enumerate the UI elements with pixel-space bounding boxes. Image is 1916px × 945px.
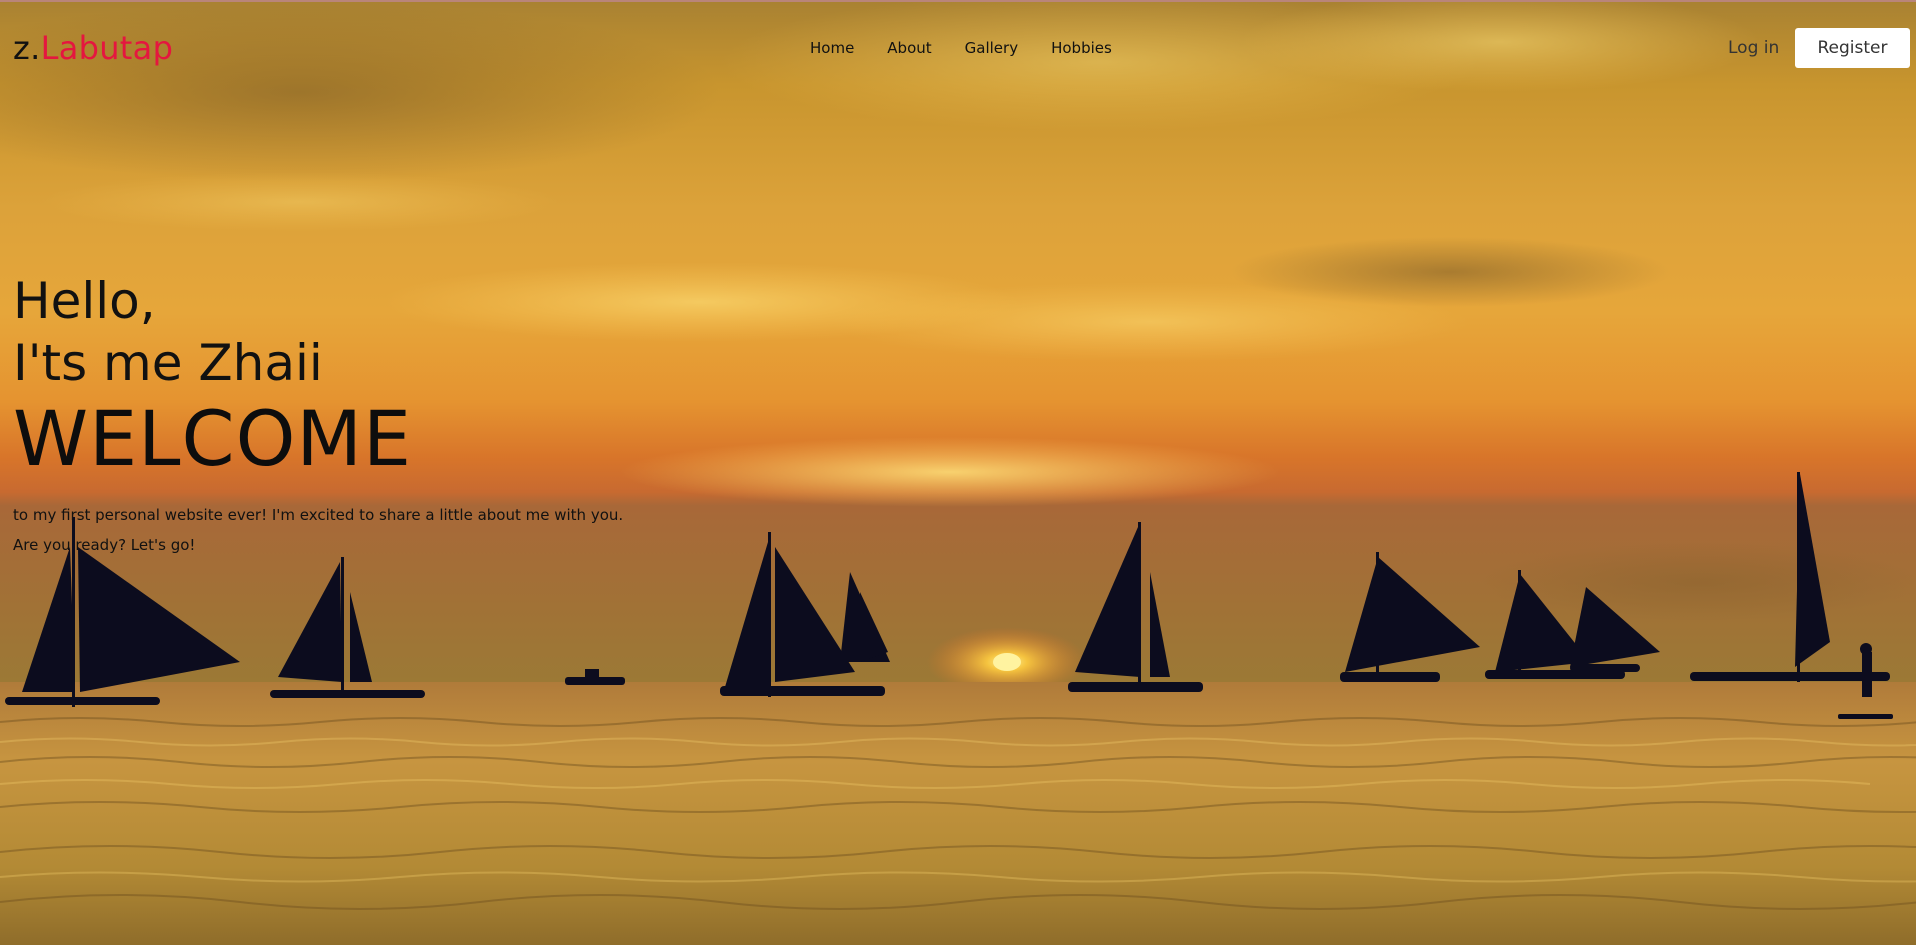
hero-description-line-2: Are you ready? Let's go! xyxy=(13,536,196,554)
hero-greeting: Hello, xyxy=(13,272,156,330)
logo-name: Labutap xyxy=(40,29,174,67)
site-logo[interactable]: z.Labutap xyxy=(13,26,173,70)
hero-description: to my first personal website ever! I'm e… xyxy=(13,500,623,560)
site-header: z.Labutap Home About Gallery Hobbies Log… xyxy=(0,2,1916,94)
page: z.Labutap Home About Gallery Hobbies Log… xyxy=(0,0,1916,945)
main-nav: Home About Gallery Hobbies xyxy=(810,36,1145,60)
logo-prefix: z. xyxy=(13,29,41,67)
nav-link-about[interactable]: About xyxy=(887,36,931,60)
hero-description-line-1: to my first personal website ever! I'm e… xyxy=(13,506,624,524)
hero-headline: WELCOME xyxy=(13,394,412,483)
nav-link-home[interactable]: Home xyxy=(810,36,854,60)
register-button[interactable]: Register xyxy=(1795,28,1910,68)
hero-intro-name: I'ts me Zhaii xyxy=(13,334,323,392)
hero-section: Hello, I'ts me Zhaii WELCOME to my first… xyxy=(13,270,623,560)
nav-link-hobbies[interactable]: Hobbies xyxy=(1051,36,1112,60)
nav-link-gallery[interactable]: Gallery xyxy=(965,36,1018,60)
login-link[interactable]: Log in xyxy=(1728,36,1779,60)
